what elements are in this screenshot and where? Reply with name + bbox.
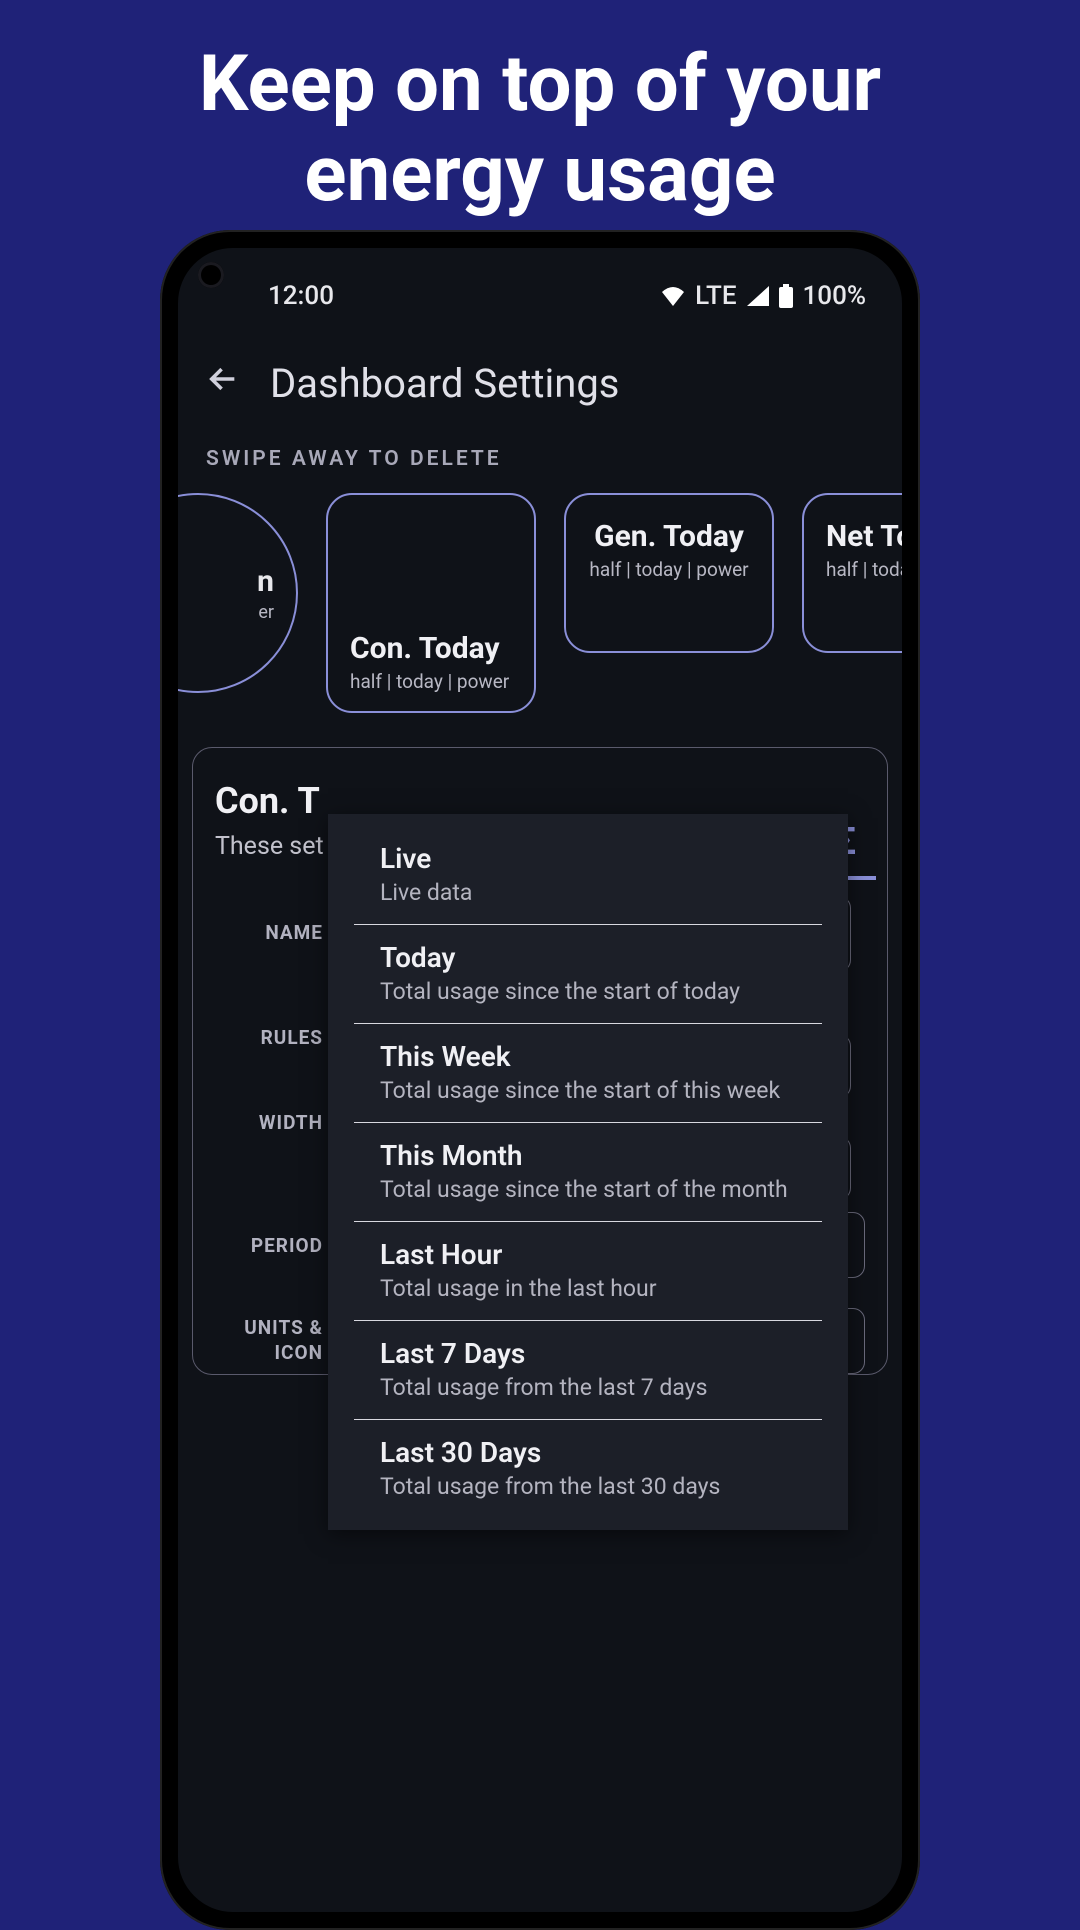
menu-item-live[interactable]: Live Live data <box>354 826 822 925</box>
menu-item-last-hour[interactable]: Last Hour Total usage in the last hour <box>354 1222 822 1321</box>
widget-cards-row[interactable]: n er Con. Today half | today | power Gen… <box>178 493 902 713</box>
phone-screen: 12:00 LTE 100% Dashboard Settings <box>178 248 902 1912</box>
phone-frame: 12:00 LTE 100% Dashboard Settings <box>160 230 920 1930</box>
widget-card-con-today[interactable]: Con. Today half | today | power <box>326 493 536 713</box>
status-bar: 12:00 LTE 100% <box>178 248 902 320</box>
battery-icon <box>779 284 793 308</box>
promo-headline: Keep on top of yourenergy usage <box>0 0 1080 219</box>
wifi-icon <box>661 286 685 306</box>
period-label: PERIOD <box>215 1234 323 1257</box>
width-label: WIDTH <box>215 1111 323 1134</box>
widget-card-gen-today[interactable]: Gen. Today half | today | power <box>564 493 774 653</box>
menu-item-last-30-days[interactable]: Last 30 Days Total usage from the last 3… <box>354 1420 822 1518</box>
camera-cutout <box>198 262 224 288</box>
network-label: LTE <box>695 281 736 311</box>
units-label: UNITS & ICON <box>215 1316 323 1365</box>
rules-label: RULES <box>215 1026 323 1049</box>
swipe-hint: SWIPE AWAY TO DELETE <box>178 437 902 493</box>
status-time: 12:00 <box>268 281 334 311</box>
back-arrow-icon[interactable] <box>206 362 240 405</box>
menu-item-today[interactable]: Today Total usage since the start of tod… <box>354 925 822 1024</box>
cell-signal-icon <box>747 286 769 306</box>
widget-card-net[interactable]: Net Too half | today | <box>802 493 902 653</box>
menu-item-this-week[interactable]: This Week Total usage since the start of… <box>354 1024 822 1123</box>
period-dropdown-menu: Live Live data Today Total usage since t… <box>328 814 848 1530</box>
widget-card[interactable]: n er <box>178 493 298 693</box>
menu-item-last-7-days[interactable]: Last 7 Days Total usage from the last 7 … <box>354 1321 822 1420</box>
battery-percent: 100% <box>803 281 866 311</box>
page-title: Dashboard Settings <box>270 360 619 407</box>
menu-item-this-month[interactable]: This Month Total usage since the start o… <box>354 1123 822 1222</box>
app-header: Dashboard Settings <box>178 320 902 437</box>
name-label: NAME <box>215 921 323 944</box>
